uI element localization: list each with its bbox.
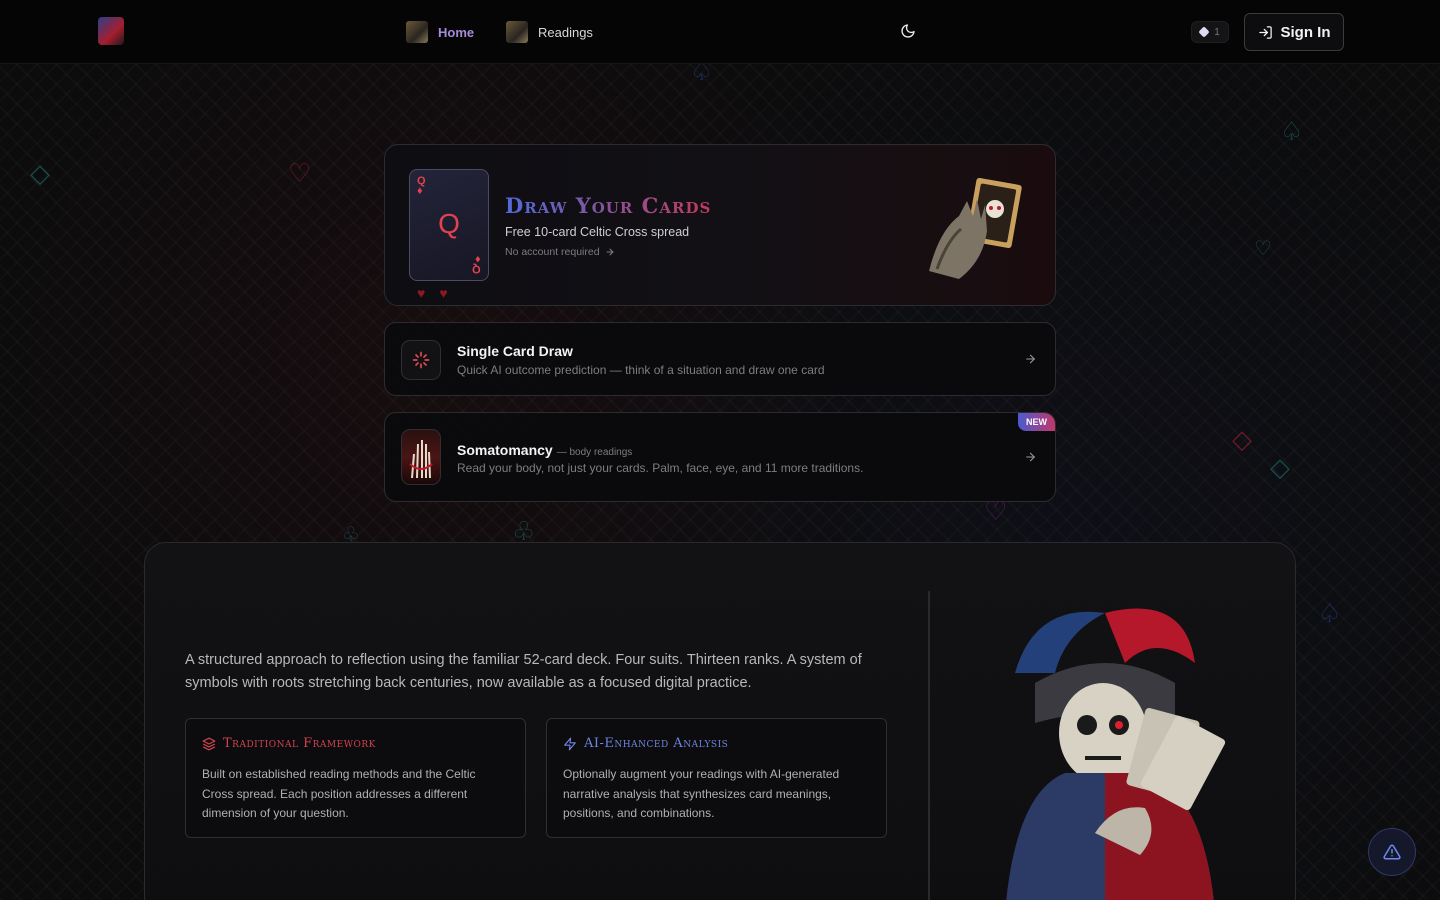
moon-icon	[901, 24, 915, 38]
credits-badge[interactable]: 1	[1191, 21, 1229, 43]
somatomancy-tag: — body readings	[556, 447, 633, 458]
diamond-decoration-icon: ◇	[30, 158, 50, 188]
arrow-right-icon	[1026, 452, 1036, 462]
somatomancy-title-text: Somatomancy	[457, 442, 553, 458]
nav-home-label: Home	[438, 24, 475, 40]
feature-heading: Traditional Framework	[202, 736, 376, 751]
card-corner-bottom: Q ♦	[472, 253, 481, 275]
arrow-right-icon	[1026, 354, 1036, 364]
home-card-icon	[406, 21, 428, 43]
card-corner-rank: Q	[472, 263, 481, 275]
warning-triangle-icon	[1383, 844, 1401, 860]
somatomancy-title: Somatomancy — body readings	[457, 442, 632, 458]
intro-paragraph: A structured approach to reflection usin…	[185, 652, 862, 691]
new-badge: NEW	[1018, 413, 1055, 431]
about-panel: A structured approach to reflection usin…	[144, 542, 1296, 900]
card-corner-rank: Q	[417, 175, 426, 187]
nav-readings[interactable]: Readings	[506, 18, 593, 46]
hero-note[interactable]: No account required	[505, 246, 615, 258]
queen-playing-card: Q ♦ Q Q ♦	[409, 169, 489, 281]
somatomancy-description: Read your body, not just your cards. Pal…	[457, 461, 864, 475]
skeleton-jester-illustration	[1006, 608, 1226, 900]
diamond-decoration-icon: ◇	[1270, 452, 1290, 482]
feature-ai-analysis: AI-Enhanced Analysis Optionally augment …	[546, 718, 887, 838]
feature-body: Optionally augment your readings with AI…	[563, 767, 840, 820]
nav-readings-label: Readings	[538, 24, 593, 40]
readings-card-icon	[506, 21, 528, 43]
sparkles-icon	[412, 351, 430, 369]
spade-decoration-icon: ♤	[1280, 116, 1304, 146]
sign-in-button[interactable]: Sign In	[1244, 13, 1344, 51]
single-card-description: Quick AI outcome prediction — think of a…	[457, 363, 825, 377]
heart-decoration-icon: ♡	[1254, 238, 1272, 260]
vertical-divider	[928, 591, 930, 900]
theme-toggle-button[interactable]	[897, 20, 919, 42]
somatomancy-option[interactable]: NEW Somatomancy — body readings Read your…	[384, 412, 1056, 502]
login-icon	[1258, 25, 1272, 39]
sign-in-label: Sign In	[1280, 23, 1331, 41]
top-navbar: Home Readings 1 Sign In	[0, 0, 1440, 64]
credits-count: 1	[1214, 26, 1220, 38]
arrow-right-icon	[606, 248, 614, 256]
spade-decoration-icon: ♤	[1318, 598, 1342, 628]
feature-traditional-framework: Traditional Framework Built on establish…	[185, 718, 526, 838]
layers-icon	[202, 737, 216, 750]
heart-decoration-icon: ♡	[288, 158, 312, 188]
card-corner-top: Q ♦	[417, 175, 426, 197]
lightning-icon	[564, 737, 576, 750]
diamond-decoration-icon: ◇	[1232, 424, 1252, 454]
hero-subtitle: Free 10-card Celtic Cross spread	[505, 225, 690, 239]
hero-note-text: No account required	[505, 246, 600, 258]
hearts-decoration: ♥♥	[417, 285, 462, 301]
feature-body: Built on established reading methods and…	[202, 767, 476, 820]
feature-title: Traditional Framework	[223, 736, 376, 751]
single-card-draw-option[interactable]: Single Card Draw Quick AI outcome predic…	[384, 322, 1056, 396]
gem-icon	[1198, 26, 1210, 38]
skeleton-hand-illustration	[929, 177, 1022, 279]
single-card-title: Single Card Draw	[457, 343, 573, 359]
feature-heading: AI-Enhanced Analysis	[563, 736, 728, 751]
draw-cards-card[interactable]: Q ♦ Q Q ♦ Draw Your Cards Free 10-card Cel…	[384, 144, 1056, 306]
skeleton-palm-icon	[409, 440, 433, 479]
hero-title: Draw Your Cards	[505, 193, 712, 218]
card-center-rank: Q	[438, 208, 460, 239]
site-logo[interactable]	[98, 17, 124, 45]
feature-title: AI-Enhanced Analysis	[584, 736, 729, 751]
report-issue-button[interactable]	[1368, 828, 1416, 876]
single-card-icon-box	[401, 340, 441, 380]
nav-home[interactable]: Home	[406, 18, 474, 46]
somatomancy-thumbnail	[401, 429, 441, 485]
